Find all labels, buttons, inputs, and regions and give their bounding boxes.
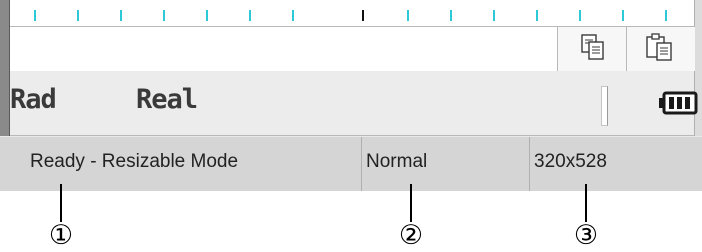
angle-mode-indicator: Rad (10, 84, 57, 115)
ruler-tick (249, 10, 251, 21)
ruler-tick (206, 10, 208, 21)
window-size-label: 320x528 (534, 151, 607, 172)
ruler-tick (292, 10, 294, 21)
entry-field[interactable] (10, 27, 556, 71)
ruler-cursor-tick (362, 10, 364, 21)
ruler-tick (665, 10, 667, 21)
status-pane-view-mode: Normal (361, 137, 529, 191)
ruler-tick (163, 10, 165, 21)
battery-icon (659, 91, 698, 115)
copy-icon (581, 34, 604, 60)
ruler-tick (120, 10, 122, 21)
paste-icon (646, 33, 672, 61)
callout-line-1 (60, 184, 62, 222)
ruler-tick (77, 10, 79, 21)
input-row (10, 26, 695, 72)
callout-marker-3: ③ (573, 220, 599, 251)
callout-line-3 (585, 184, 587, 222)
callout-line-2 (410, 184, 412, 222)
callout-marker-1: ① (48, 220, 74, 251)
ruler-tick (579, 10, 581, 21)
cursor-ruler (10, 0, 694, 26)
number-mode-indicator: Real (136, 84, 198, 115)
ruler-tick (536, 10, 538, 21)
callout-marker-2: ② (398, 220, 424, 251)
status-pane-window-size: 320x528 (529, 137, 702, 191)
mode-indicator-bar: Rad Real (10, 71, 698, 136)
ruler-tick (622, 10, 624, 21)
ruler-tick (493, 10, 495, 21)
status-bar: Ready - Resizable Mode Normal 320x528 (0, 136, 702, 191)
status-message: Ready - Resizable Mode (30, 151, 239, 172)
ruler-tick (34, 10, 36, 21)
status-pane-message: Ready - Resizable Mode (18, 137, 360, 191)
ruler-tick (407, 10, 409, 21)
paste-button[interactable] (626, 27, 695, 71)
copy-button[interactable] (557, 27, 626, 71)
indicator-slot (601, 86, 608, 126)
ruler-tick (450, 10, 452, 21)
view-mode-label: Normal (366, 151, 428, 172)
